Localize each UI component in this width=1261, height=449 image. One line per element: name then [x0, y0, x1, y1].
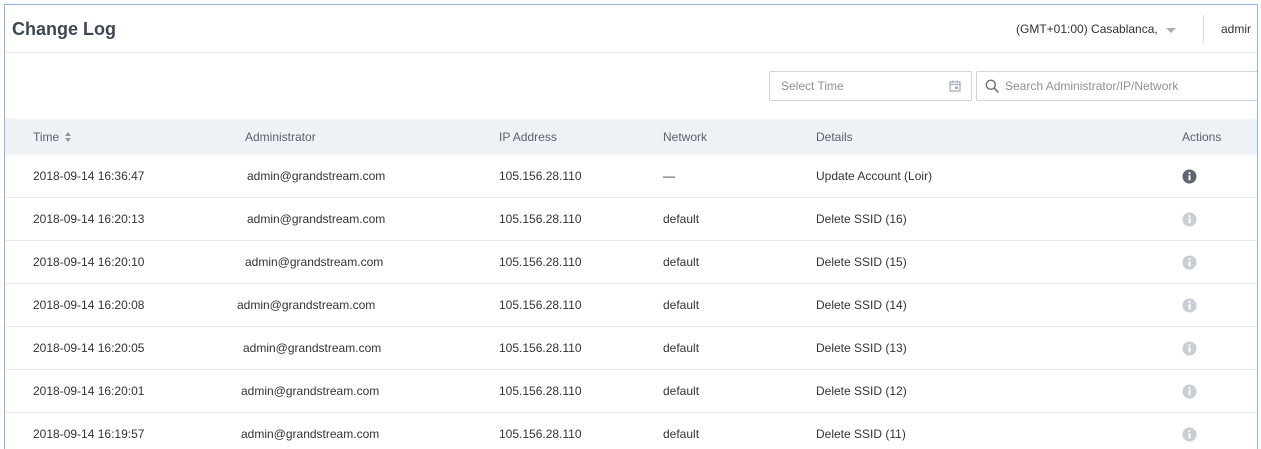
cell-details: Delete SSID (11) [816, 427, 906, 441]
table-row: 2018-09-14 16:36:47 admin@grandstream.com… [5, 155, 1257, 198]
cell-ip-address: 105.156.28.110 [499, 298, 582, 312]
cell-actions [1182, 413, 1197, 449]
cell-actions [1182, 327, 1197, 369]
cell-details: Delete SSID (13) [816, 341, 907, 355]
table-row: 2018-09-14 16:20:13 admin@grandstream.com… [5, 198, 1257, 241]
column-header-ip-address: IP Address [499, 130, 557, 144]
cell-network: default [663, 427, 700, 441]
cell-administrator: admin@grandstream.com [247, 169, 386, 183]
info-icon[interactable] [1182, 255, 1197, 270]
cell-administrator: admin@grandstream.com [241, 427, 380, 441]
cell-actions [1182, 155, 1197, 197]
cell-administrator: admin@grandstream.com [237, 298, 376, 312]
search-icon [985, 79, 999, 93]
table-row: 2018-09-14 16:20:05 admin@grandstream.com… [5, 327, 1257, 370]
info-icon[interactable] [1182, 384, 1197, 399]
cell-ip-address: 105.156.28.110 [499, 341, 582, 355]
cell-time: 2018-09-14 16:20:01 [33, 384, 145, 398]
sort-icon[interactable] [65, 132, 72, 142]
cell-details: Delete SSID (15) [816, 255, 907, 269]
cell-network: default [663, 212, 700, 226]
cell-time: 2018-09-14 16:20:10 [33, 255, 145, 269]
time-picker-placeholder: Select Time [781, 79, 844, 93]
cell-time: 2018-09-14 16:19:57 [33, 427, 145, 441]
cell-ip-address: 105.156.28.110 [499, 255, 582, 269]
page-title: Change Log [12, 19, 116, 39]
cell-actions [1182, 370, 1197, 412]
filter-toolbar: Select Time [5, 53, 1257, 119]
change-log-table: Time Administrator IP Address Network De… [5, 119, 1257, 449]
cell-network: default [663, 298, 700, 312]
info-icon[interactable] [1182, 212, 1197, 227]
cell-actions [1182, 284, 1197, 326]
timezone-label: (GMT+01:00) Casablanca, [1016, 22, 1158, 36]
user-menu[interactable]: admir [1221, 22, 1251, 36]
info-icon[interactable] [1182, 169, 1197, 184]
table-row: 2018-09-14 16:20:10 admin@grandstream.com… [5, 241, 1257, 284]
header-divider [1203, 15, 1204, 43]
table-header: Time Administrator IP Address Network De… [5, 119, 1257, 155]
chevron-down-icon [1165, 27, 1176, 33]
calendar-icon [949, 80, 961, 92]
column-header-administrator: Administrator [245, 130, 316, 144]
cell-details: Update Account (Loir) [816, 169, 933, 183]
column-header-network: Network [663, 130, 708, 144]
cell-ip-address: 105.156.28.110 [499, 427, 582, 441]
info-icon[interactable] [1182, 341, 1197, 356]
cell-actions [1182, 241, 1197, 283]
cell-details: Delete SSID (12) [816, 384, 907, 398]
column-header-details: Details [816, 130, 853, 144]
table-body: 2018-09-14 16:36:47 admin@grandstream.com… [5, 155, 1257, 449]
column-header-actions: Actions [1182, 130, 1222, 144]
cell-ip-address: 105.156.28.110 [499, 212, 582, 226]
change-log-panel: Change Log (GMT+01:00) Casablanca, admir… [4, 4, 1258, 449]
column-header-time[interactable]: Time [33, 119, 72, 155]
column-header-time-label: Time [33, 130, 60, 144]
cell-actions [1182, 198, 1197, 240]
cell-time: 2018-09-14 16:20:05 [33, 341, 145, 355]
table-row: 2018-09-14 16:20:08 admin@grandstream.com… [5, 284, 1257, 327]
table-row: 2018-09-14 16:19:57 admin@grandstream.com… [5, 413, 1257, 449]
cell-network: default [663, 384, 700, 398]
cell-ip-address: 105.156.28.110 [499, 169, 582, 183]
info-icon[interactable] [1182, 427, 1197, 442]
search-input[interactable] [1005, 79, 1245, 93]
cell-network: default [663, 341, 700, 355]
cell-network: — [663, 169, 675, 183]
cell-details: Delete SSID (14) [816, 298, 907, 312]
cell-time: 2018-09-14 16:20:08 [33, 298, 145, 312]
cell-administrator: admin@grandstream.com [247, 212, 386, 226]
info-icon[interactable] [1182, 298, 1197, 313]
cell-network: default [663, 255, 700, 269]
cell-administrator: admin@grandstream.com [243, 341, 382, 355]
timezone-selector[interactable]: (GMT+01:00) Casablanca, [1016, 22, 1176, 36]
cell-time: 2018-09-14 16:20:13 [33, 212, 145, 226]
cell-ip-address: 105.156.28.110 [499, 384, 582, 398]
table-row: 2018-09-14 16:20:01 admin@grandstream.com… [5, 370, 1257, 413]
cell-details: Delete SSID (16) [816, 212, 907, 226]
page-header: Change Log (GMT+01:00) Casablanca, admir [5, 5, 1257, 53]
cell-administrator: admin@grandstream.com [245, 255, 384, 269]
cell-administrator: admin@grandstream.com [241, 384, 380, 398]
search-field[interactable] [976, 71, 1257, 101]
cell-time: 2018-09-14 16:36:47 [33, 169, 145, 183]
time-picker[interactable]: Select Time [769, 71, 972, 101]
